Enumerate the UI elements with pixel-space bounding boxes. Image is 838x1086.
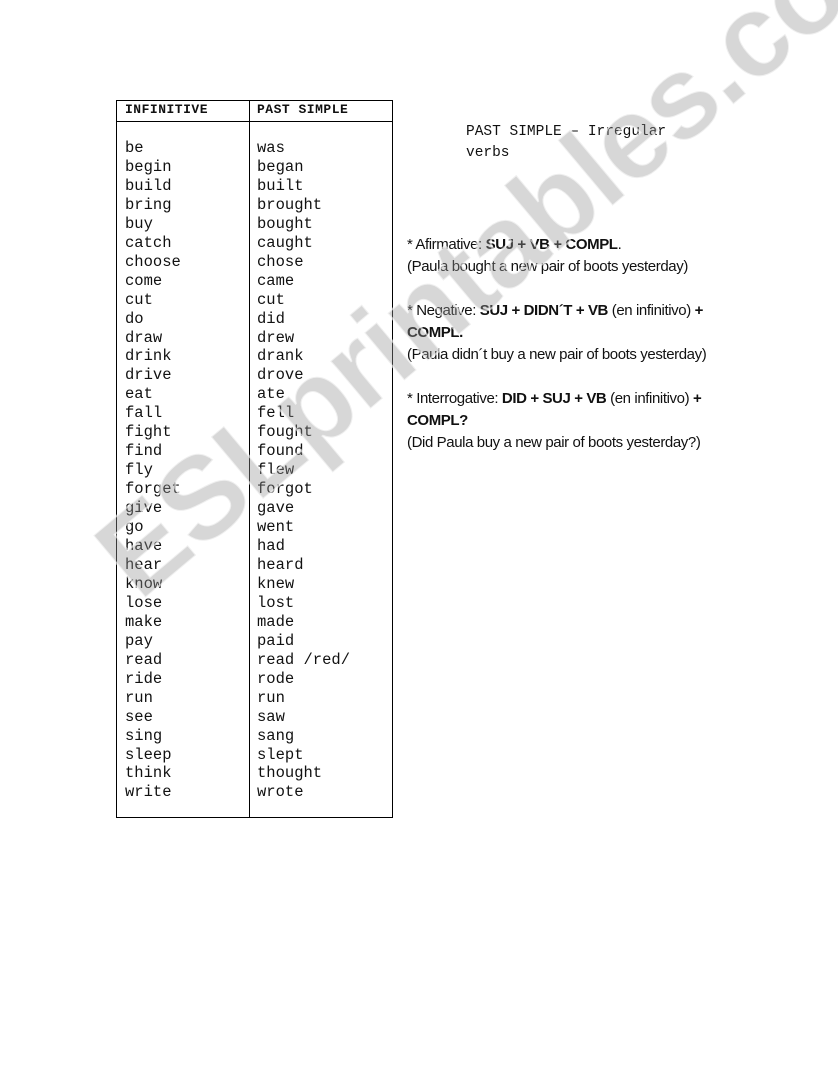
column-divider <box>249 101 250 817</box>
worksheet-title: PAST SIMPLE – Irregular verbs <box>466 124 667 161</box>
past-simple-verb: had <box>257 537 285 556</box>
infinitive-verb: pay <box>125 631 153 650</box>
rule-example: (Paula bought a new pair of boots yester… <box>407 258 688 275</box>
past-simple-verb: drank <box>257 347 304 366</box>
infinitive-verb: lose <box>125 593 163 612</box>
infinitive-verb: catch <box>125 233 172 252</box>
infinitive-column: be begin build bring buy catch choose come cut do… <box>125 139 181 802</box>
past-simple-verb: run <box>257 688 285 707</box>
past-simple-verb: went <box>257 518 295 537</box>
past-simple-verb: caught <box>257 233 313 252</box>
infinitive-verb: go <box>125 518 144 537</box>
infinitive-verb: eat <box>125 385 153 404</box>
rule-label: * Afirmative: <box>407 236 486 253</box>
past-simple-verb: ate <box>257 385 285 404</box>
past-simple-verb: came <box>257 271 295 290</box>
past-simple-verb: slept <box>257 745 304 764</box>
infinitive-verb: hear <box>125 555 163 574</box>
past-simple-verb: rode <box>257 669 295 688</box>
past-simple-verb: heard <box>257 555 304 574</box>
infinitive-verb: buy <box>125 214 153 233</box>
infinitive-verb: give <box>125 499 163 518</box>
rule-formula: * Negative: SUJ + DIDN´T + VB (en infini… <box>407 300 757 344</box>
past-simple-verb: flew <box>257 461 295 480</box>
past-simple-verb: drove <box>257 366 304 385</box>
past-simple-verb: bought <box>257 214 313 233</box>
infinitive-verb: write <box>125 783 172 802</box>
table-header: INFINITIVE PAST SIMPLE <box>117 101 392 122</box>
past-simple-verb: wrote <box>257 783 304 802</box>
past-simple-verb: did <box>257 309 285 328</box>
infinitive-verb: ride <box>125 669 163 688</box>
verb-table: INFINITIVE PAST SIMPLE be begin build bring… <box>116 100 393 818</box>
past-simple-verb: saw <box>257 707 285 726</box>
infinitive-verb: read <box>125 650 163 669</box>
infinitive-verb: drink <box>125 347 172 366</box>
header-infinitive: INFINITIVE <box>125 102 209 117</box>
infinitive-verb: see <box>125 707 153 726</box>
rule-label: * Negative: <box>407 302 480 319</box>
past-simple-verb: sang <box>257 726 295 745</box>
rule-structure: SUJ + VB + COMPL. <box>485 236 622 253</box>
infinitive-verb: do <box>125 309 144 328</box>
past-simple-verb: chose <box>257 252 304 271</box>
infinitive-verb: sleep <box>125 745 172 764</box>
past-simple-verb: found <box>257 442 304 461</box>
infinitive-verb: draw <box>125 328 163 347</box>
infinitive-verb: know <box>125 574 163 593</box>
infinitive-verb: choose <box>125 252 181 271</box>
past-simple-verb: lost <box>257 593 295 612</box>
rule-formula: * Interrogative: DID + SUJ + VB (en infi… <box>407 388 757 432</box>
past-simple-verb: began <box>257 157 304 176</box>
rule-block: * Negative: SUJ + DIDN´T + VB (en infini… <box>407 300 757 366</box>
infinitive-verb: come <box>125 271 163 290</box>
rule-label: * Interrogative: <box>407 390 502 407</box>
rule-example: (Did Paula buy a new pair of boots yeste… <box>407 434 701 451</box>
rule-example: (Paula didn´t buy a new pair of boots ye… <box>407 346 707 363</box>
infinitive-verb: begin <box>125 157 172 176</box>
past-simple-verb: was <box>257 139 285 157</box>
infinitive-verb: forget <box>125 480 181 499</box>
infinitive-verb: bring <box>125 195 172 214</box>
infinitive-verb: cut <box>125 290 153 309</box>
past-simple-verb: read /red/ <box>257 650 351 669</box>
past-simple-verb: knew <box>257 574 295 593</box>
infinitive-verb: fight <box>125 423 172 442</box>
past-simple-verb: fell <box>257 404 295 423</box>
past-simple-verb: drew <box>257 328 295 347</box>
past-simple-verb: paid <box>257 631 295 650</box>
past-simple-verb: forgot <box>257 480 313 499</box>
worksheet-page: INFINITIVE PAST SIMPLE be begin build bring… <box>0 0 838 1086</box>
past-simple-verb: thought <box>257 764 323 783</box>
rule-block: * Afirmative: SUJ + VB + COMPL. (Paula bo… <box>407 234 757 278</box>
past-simple-verb: brought <box>257 195 323 214</box>
infinitive-verb: have <box>125 537 163 556</box>
rule-block: * Interrogative: DID + SUJ + VB (en infi… <box>407 388 757 454</box>
infinitive-verb: make <box>125 612 163 631</box>
infinitive-verb: be <box>125 139 144 157</box>
past-simple-verb: cut <box>257 290 285 309</box>
infinitive-verb: think <box>125 764 172 783</box>
past-simple-verb: made <box>257 612 295 631</box>
infinitive-verb: run <box>125 688 153 707</box>
header-past-simple: PAST SIMPLE <box>257 102 349 117</box>
infinitive-verb: fall <box>125 404 163 423</box>
infinitive-verb: sing <box>125 726 163 745</box>
past-simple-column: was began built brought bought caught chose cam… <box>257 139 350 802</box>
infinitive-verb: drive <box>125 366 172 385</box>
infinitive-verb: build <box>125 176 172 195</box>
rule-formula: * Afirmative: SUJ + VB + COMPL. <box>407 234 757 256</box>
past-simple-verb: gave <box>257 499 295 518</box>
grammar-rules: * Afirmative: SUJ + VB + COMPL. (Paula bo… <box>407 234 757 476</box>
past-simple-verb: fought <box>257 423 313 442</box>
past-simple-verb: built <box>257 176 304 195</box>
infinitive-verb: fly <box>125 461 153 480</box>
infinitive-verb: find <box>125 442 163 461</box>
